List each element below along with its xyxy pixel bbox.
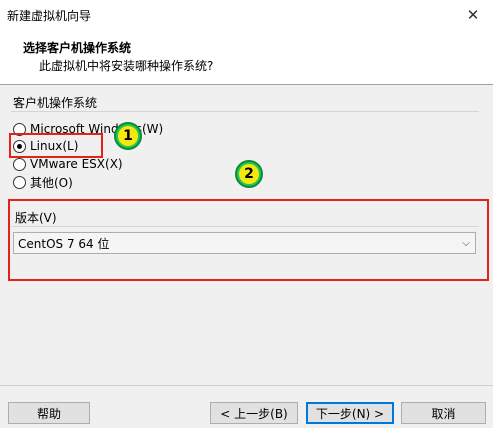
page-title: 选择客户机操作系统 bbox=[23, 41, 132, 55]
radio-vmware-esx[interactable]: VMware ESX(X) bbox=[13, 156, 123, 172]
radio-other[interactable]: 其他(O) bbox=[13, 174, 73, 190]
os-group-divider bbox=[11, 111, 479, 112]
badge-number: 1 bbox=[118, 126, 138, 146]
highlight-box-linux bbox=[9, 133, 103, 158]
back-button[interactable]: < 上一步(B) bbox=[210, 402, 298, 424]
window-title: 新建虚拟机向导 bbox=[7, 9, 92, 23]
badge-number: 2 bbox=[239, 164, 259, 184]
radio-circle[interactable] bbox=[13, 157, 26, 171]
radio-label: 其他(O) bbox=[30, 175, 73, 190]
cancel-button[interactable]: 取消 bbox=[401, 402, 486, 424]
next-button[interactable]: 下一步(N) > bbox=[306, 402, 394, 424]
radio-label: VMware ESX(X) bbox=[30, 157, 123, 171]
title-bar: 新建虚拟机向导 ✕ bbox=[0, 0, 493, 30]
close-icon[interactable]: ✕ bbox=[453, 0, 493, 30]
os-group-label: 客户机操作系统 bbox=[13, 94, 100, 111]
page-subtitle: 此虚拟机中将安装哪种操作系统? bbox=[39, 59, 214, 73]
help-button[interactable]: 帮助 bbox=[8, 402, 90, 424]
annotation-badge-1: 1 bbox=[114, 122, 142, 150]
highlight-box-version bbox=[8, 199, 489, 281]
wizard-header: 选择客户机操作系统 此虚拟机中将安装哪种操作系统? bbox=[0, 30, 493, 84]
radio-circle[interactable] bbox=[13, 175, 26, 189]
annotation-badge-2: 2 bbox=[235, 160, 263, 188]
